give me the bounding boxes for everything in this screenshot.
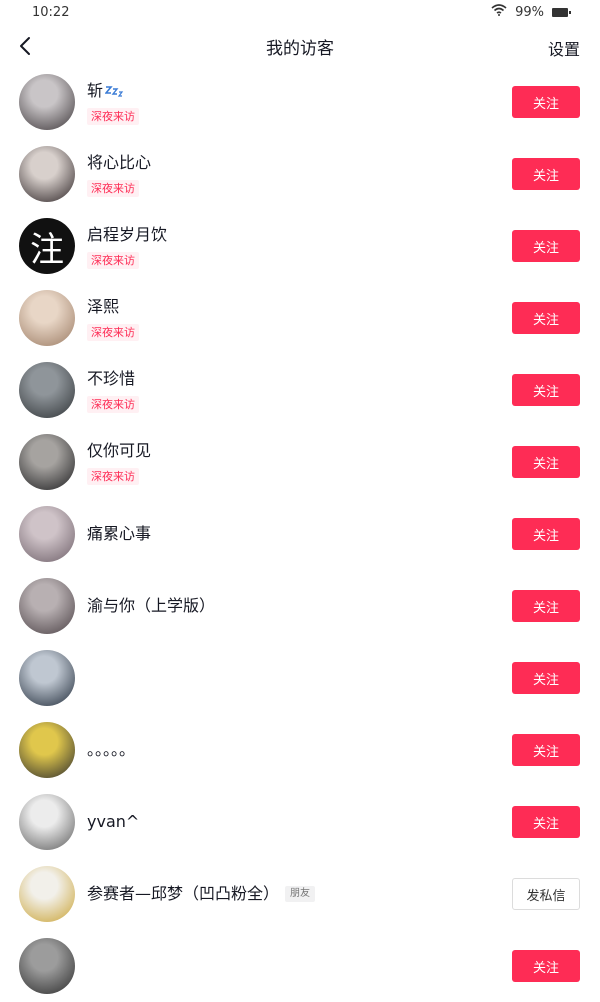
visitor-name-line: 。。。。。 xyxy=(87,739,135,761)
follow-button[interactable]: 关注 xyxy=(512,374,580,406)
follow-button[interactable]: 关注 xyxy=(512,158,580,190)
avatar[interactable] xyxy=(19,506,75,562)
visitor-name-line: yvan^ xyxy=(87,811,139,833)
friend-badge: 朋友 xyxy=(285,886,316,902)
visitor-info: 。。。。。 xyxy=(87,714,135,786)
visitor-info: 泽熙 深夜来访 xyxy=(87,282,139,354)
visitor-row[interactable]: 参赛者—邱梦（凹凸粉全） 朋友 发私信 xyxy=(0,858,600,930)
follow-button[interactable]: 关注 xyxy=(512,230,580,262)
late-night-visit-tag: 深夜来访 xyxy=(87,179,139,197)
visitor-row[interactable]: 将心比心深夜来访 关注 xyxy=(0,138,600,210)
visitor-info: 斩深夜来访 xyxy=(87,66,139,138)
avatar[interactable] xyxy=(19,866,75,922)
follow-button[interactable]: 关注 xyxy=(512,662,580,694)
back-icon[interactable] xyxy=(14,34,38,58)
follow-button[interactable]: 关注 xyxy=(512,590,580,622)
visitor-row[interactable]: 关注 xyxy=(0,642,600,714)
avatar[interactable] xyxy=(19,290,75,346)
visitor-name-line: 启程岁月饮 xyxy=(87,224,167,246)
visitor-info: 将心比心 深夜来访 xyxy=(87,138,151,210)
follow-button[interactable]: 关注 xyxy=(512,734,580,766)
visitor-name: 仅你可见 xyxy=(87,440,152,460)
visitor-info: 痛累心事 xyxy=(87,498,151,570)
avatar[interactable] xyxy=(19,650,75,706)
visitor-name: 痛累心事 xyxy=(87,524,152,543)
status-time: 10:22 xyxy=(32,4,70,20)
visitor-info: 仅你可见 深夜来访 xyxy=(87,426,151,498)
send-message-button[interactable]: 发私信 xyxy=(512,878,580,910)
visitor-name: 斩 xyxy=(87,80,104,100)
follow-button[interactable]: 关注 xyxy=(512,302,580,334)
visitor-row[interactable]: 注启程岁月饮深夜来访 关注 xyxy=(0,210,600,282)
battery-icon xyxy=(552,7,571,17)
visitor-list: 斩深夜来访 关注 将心比心 深夜来访 关注注启程岁月饮 深夜来访 关注 泽熙 深夜来访 关注 不珍惜… xyxy=(0,66,600,1002)
visitor-row[interactable]: 仅你可见深夜来访 关注 xyxy=(0,426,600,498)
sleeping-zzz-icon xyxy=(105,84,125,98)
visitor-name: 参赛者—邱梦（凹凸粉全） xyxy=(87,884,280,903)
avatar[interactable] xyxy=(19,362,75,418)
battery-percent: 99% xyxy=(515,4,544,20)
visitor-name-line: 参赛者—邱梦（凹凸粉全） 朋友 xyxy=(87,883,316,905)
visitor-name-line: 将心比心 xyxy=(87,152,151,174)
visitor-name-line: 不珍惜 xyxy=(87,368,139,390)
visitor-row[interactable]: 斩深夜来访 关注 xyxy=(0,66,600,138)
visitor-row[interactable]: 不珍惜深夜来访 关注 xyxy=(0,354,600,426)
visitor-info: yvan^ xyxy=(87,786,139,858)
status-icons: 99% xyxy=(491,4,571,20)
follow-button[interactable]: 关注 xyxy=(512,446,580,478)
status-bar: 10:22 99% xyxy=(0,0,600,24)
visitor-name: 。。。。。 xyxy=(87,740,136,759)
wifi-icon xyxy=(491,4,507,20)
visitor-row[interactable]: 痛累心事 关注 xyxy=(0,498,600,570)
visitor-name: 启程岁月饮 xyxy=(87,224,168,244)
avatar[interactable] xyxy=(19,794,75,850)
visitor-name-line: 渝与你（上学版） xyxy=(87,595,215,617)
visitor-name-line: 仅你可见 xyxy=(87,440,151,462)
page-title: 我的访客 xyxy=(266,38,334,59)
late-night-visit-tag: 深夜来访 xyxy=(87,395,139,413)
follow-button[interactable]: 关注 xyxy=(512,950,580,982)
visitor-row[interactable]: yvan^ 关注 xyxy=(0,786,600,858)
late-night-visit-tag: 深夜来访 xyxy=(87,107,139,125)
visitor-row[interactable]: 关注 xyxy=(0,930,600,1002)
late-night-visit-tag: 深夜来访 xyxy=(87,323,139,341)
follow-button[interactable]: 关注 xyxy=(512,518,580,550)
visitor-row[interactable]: 。。。。。 关注 xyxy=(0,714,600,786)
avatar[interactable] xyxy=(19,434,75,490)
avatar[interactable] xyxy=(19,722,75,778)
avatar[interactable] xyxy=(19,74,75,130)
avatar[interactable] xyxy=(19,578,75,634)
visitor-info: 启程岁月饮 深夜来访 xyxy=(87,210,167,282)
avatar-glyph: 注 xyxy=(19,218,75,274)
visitor-name-line: 斩 xyxy=(87,80,139,102)
visitor-info: 渝与你（上学版） xyxy=(87,570,215,642)
follow-button[interactable]: 关注 xyxy=(512,806,580,838)
visitor-name: 不珍惜 xyxy=(87,368,136,388)
visitor-name: 泽熙 xyxy=(87,296,120,316)
visitor-name-line: 痛累心事 xyxy=(87,523,151,545)
follow-button[interactable]: 关注 xyxy=(512,86,580,118)
late-night-visit-tag: 深夜来访 xyxy=(87,467,139,485)
visitor-name: yvan^ xyxy=(87,812,140,831)
settings-button[interactable]: 设置 xyxy=(548,36,580,60)
visitor-name: 将心比心 xyxy=(87,152,152,172)
avatar[interactable] xyxy=(19,146,75,202)
nav-bar: 我的访客 设置 xyxy=(0,24,600,68)
avatar[interactable] xyxy=(19,938,75,994)
visitor-name: 渝与你（上学版） xyxy=(87,596,216,615)
visitor-info: 不珍惜 深夜来访 xyxy=(87,354,139,426)
visitor-row[interactable]: 泽熙深夜来访 关注 xyxy=(0,282,600,354)
visitor-info: 参赛者—邱梦（凹凸粉全） 朋友 xyxy=(87,858,316,930)
visitor-row[interactable]: 渝与你（上学版） 关注 xyxy=(0,570,600,642)
late-night-visit-tag: 深夜来访 xyxy=(87,251,139,269)
avatar[interactable]: 注 xyxy=(19,218,75,274)
visitor-name-line: 泽熙 xyxy=(87,296,139,318)
